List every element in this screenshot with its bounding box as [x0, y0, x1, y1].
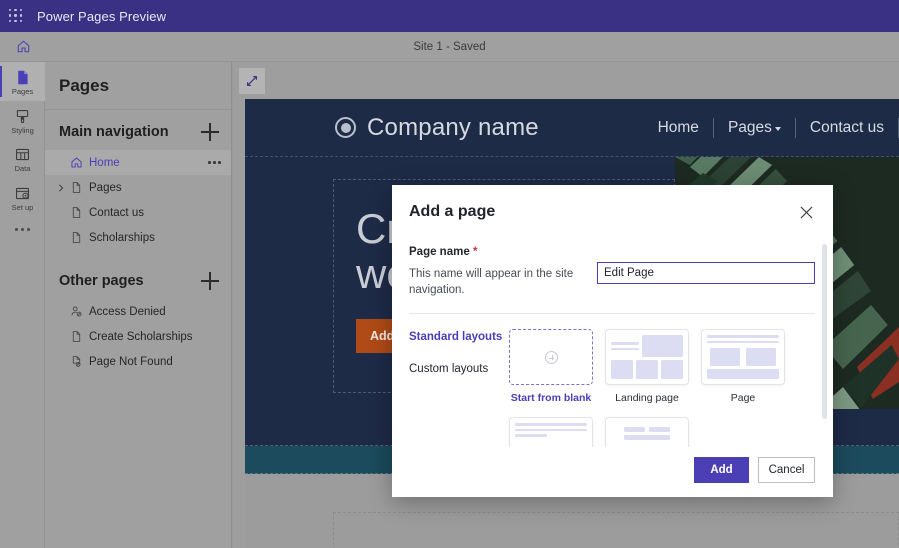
dialog-header: Add a page [392, 185, 833, 236]
tab-custom-layouts[interactable]: Custom layouts [409, 363, 509, 375]
add-button[interactable]: Add [694, 457, 749, 483]
layout-card-landing-page[interactable]: Landing page [605, 329, 689, 404]
layout-thumb-landing[interactable] [605, 329, 689, 386]
layout-thumb-blank[interactable] [509, 329, 593, 386]
page-name-field-row: Page name * This name will appear in the… [409, 246, 815, 298]
cancel-button[interactable]: Cancel [758, 457, 815, 483]
layout-card-text-rows[interactable] [509, 417, 593, 447]
dialog-title: Add a page [409, 203, 496, 220]
page-name-input[interactable] [597, 262, 815, 284]
dialog-scrollbar[interactable] [822, 244, 827, 419]
layout-card-cards[interactable] [605, 417, 689, 447]
add-page-dialog: Add a page Page name * This name will ap… [392, 185, 833, 497]
layouts-section: Standard layouts Custom layouts Start fr… [409, 329, 815, 447]
layout-label: Page [730, 392, 756, 405]
layout-card-start-from-blank[interactable]: Start from blank [509, 329, 593, 404]
page-name-description: This name will appear in the site naviga… [409, 268, 574, 296]
layout-thumb-text-rows[interactable] [509, 417, 593, 447]
page-name-label: Page name * [409, 246, 587, 258]
page-name-label-group: Page name * This name will appear in the… [409, 246, 587, 298]
layout-label: Start from blank [510, 392, 592, 405]
layout-thumb-cards[interactable] [605, 417, 689, 447]
dialog-footer: Add Cancel [392, 447, 833, 497]
dialog-body: Page name * This name will appear in the… [392, 236, 833, 447]
layout-thumb-page[interactable] [701, 329, 785, 386]
layout-label: Landing page [615, 392, 679, 405]
layout-tabs: Standard layouts Custom layouts [409, 329, 509, 447]
dialog-divider [409, 313, 815, 315]
required-asterisk: * [472, 246, 478, 258]
page-name-label-text: Page name [409, 246, 470, 258]
tab-standard-layouts[interactable]: Standard layouts [409, 331, 509, 343]
layout-card-page[interactable]: Page [701, 329, 785, 404]
close-icon[interactable] [795, 201, 817, 223]
layout-grid: Start from blank Landing page Page [509, 329, 815, 447]
plus-circle-icon [544, 350, 558, 364]
app-root: Power Pages Preview Site 1 - Saved Pages… [0, 0, 899, 548]
